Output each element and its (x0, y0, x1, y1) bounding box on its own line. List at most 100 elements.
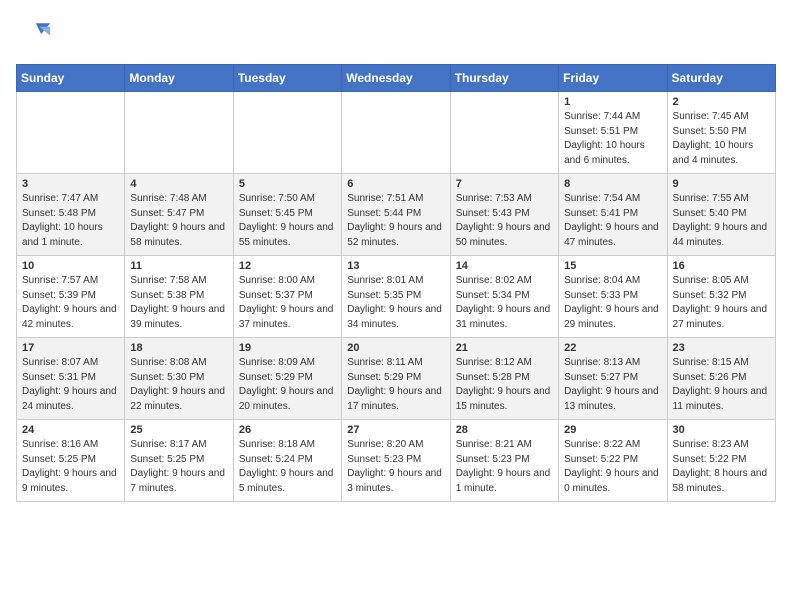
day-number: 14 (456, 260, 553, 272)
day-info: Sunrise: 8:15 AM Sunset: 5:26 PM Dayligh… (673, 356, 770, 414)
weekday-header: Sunday (17, 65, 125, 92)
calendar-cell: 5 Sunrise: 7:50 AM Sunset: 5:45 PM Daylig… (233, 174, 341, 256)
day-number: 22 (564, 342, 661, 354)
calendar-week-row: 10 Sunrise: 7:57 AM Sunset: 5:39 PM Dayli… (17, 256, 776, 338)
calendar-cell: 19 Sunrise: 8:09 AM Sunset: 5:29 PM Dayli… (233, 338, 341, 420)
day-number: 21 (456, 342, 553, 354)
logo (16, 16, 56, 52)
day-number: 30 (673, 424, 770, 436)
day-info: Sunrise: 7:53 AM Sunset: 5:43 PM Dayligh… (456, 192, 553, 250)
calendar-week-row: 1 Sunrise: 7:44 AM Sunset: 5:51 PM Daylig… (17, 92, 776, 174)
day-number: 13 (347, 260, 444, 272)
calendar-cell: 8Sunrise: 7:54 AM Sunset: 5:41 PM Daylig… (559, 174, 667, 256)
day-info: Sunrise: 8:05 AM Sunset: 5:32 PM Dayligh… (673, 274, 770, 332)
day-info: Sunrise: 7:47 AM Sunset: 5:48 PM Dayligh… (22, 192, 119, 250)
day-info: Sunrise: 7:55 AM Sunset: 5:40 PM Dayligh… (673, 192, 770, 250)
day-number: 5 (239, 178, 336, 190)
day-info: Sunrise: 7:44 AM Sunset: 5:51 PM Dayligh… (564, 110, 661, 168)
day-number: 15 (564, 260, 661, 272)
calendar-cell (125, 92, 233, 174)
day-number: 4 (130, 178, 227, 190)
day-info: Sunrise: 7:57 AM Sunset: 5:39 PM Dayligh… (22, 274, 119, 332)
calendar-cell: 13 Sunrise: 8:01 AM Sunset: 5:35 PM Dayli… (342, 256, 450, 338)
day-info: Sunrise: 7:50 AM Sunset: 5:45 PM Dayligh… (239, 192, 336, 250)
calendar-week-row: 3 Sunrise: 7:47 AM Sunset: 5:48 PM Daylig… (17, 174, 776, 256)
day-number: 11 (130, 260, 227, 272)
day-info: Sunrise: 8:02 AM Sunset: 5:34 PM Dayligh… (456, 274, 553, 332)
calendar-cell: 30 Sunrise: 8:23 AM Sunset: 5:22 PM Dayli… (667, 420, 775, 502)
calendar-cell: 22 Sunrise: 8:13 AM Sunset: 5:27 PM Dayli… (559, 338, 667, 420)
weekday-header: Wednesday (342, 65, 450, 92)
calendar-cell: 24 Sunrise: 8:16 AM Sunset: 5:25 PM Dayli… (17, 420, 125, 502)
day-number: 27 (347, 424, 444, 436)
day-info: Sunrise: 8:04 AM Sunset: 5:33 PM Dayligh… (564, 274, 661, 332)
day-number: 20 (347, 342, 444, 354)
calendar-cell: 4 Sunrise: 7:48 AM Sunset: 5:47 PM Daylig… (125, 174, 233, 256)
day-number: 3 (22, 178, 119, 190)
day-info: Sunrise: 8:08 AM Sunset: 5:30 PM Dayligh… (130, 356, 227, 414)
page-header (16, 16, 776, 52)
calendar-cell: 3 Sunrise: 7:47 AM Sunset: 5:48 PM Daylig… (17, 174, 125, 256)
calendar-cell: 20 Sunrise: 8:11 AM Sunset: 5:29 PM Dayli… (342, 338, 450, 420)
calendar-cell: 16Sunrise: 8:05 AM Sunset: 5:32 PM Dayli… (667, 256, 775, 338)
day-info: Sunrise: 7:48 AM Sunset: 5:47 PM Dayligh… (130, 192, 227, 250)
day-info: Sunrise: 8:20 AM Sunset: 5:23 PM Dayligh… (347, 438, 444, 496)
calendar-cell: 1 Sunrise: 7:44 AM Sunset: 5:51 PM Daylig… (559, 92, 667, 174)
day-number: 26 (239, 424, 336, 436)
day-info: Sunrise: 8:09 AM Sunset: 5:29 PM Dayligh… (239, 356, 336, 414)
day-info: Sunrise: 7:58 AM Sunset: 5:38 PM Dayligh… (130, 274, 227, 332)
day-number: 2 (673, 96, 770, 108)
day-info: Sunrise: 8:11 AM Sunset: 5:29 PM Dayligh… (347, 356, 444, 414)
day-number: 28 (456, 424, 553, 436)
calendar-cell: 18 Sunrise: 8:08 AM Sunset: 5:30 PM Dayli… (125, 338, 233, 420)
day-number: 12 (239, 260, 336, 272)
calendar-cell (450, 92, 558, 174)
day-info: Sunrise: 8:01 AM Sunset: 5:35 PM Dayligh… (347, 274, 444, 332)
calendar-cell: 9 Sunrise: 7:55 AM Sunset: 5:40 PM Daylig… (667, 174, 775, 256)
calendar-cell: 26 Sunrise: 8:18 AM Sunset: 5:24 PM Dayli… (233, 420, 341, 502)
calendar-cell: 10 Sunrise: 7:57 AM Sunset: 5:39 PM Dayli… (17, 256, 125, 338)
weekday-header: Friday (559, 65, 667, 92)
day-number: 8 (564, 178, 661, 190)
calendar-cell: 29 Sunrise: 8:22 AM Sunset: 5:22 PM Dayli… (559, 420, 667, 502)
calendar-cell (233, 92, 341, 174)
day-number: 23 (673, 342, 770, 354)
day-info: Sunrise: 8:00 AM Sunset: 5:37 PM Dayligh… (239, 274, 336, 332)
day-number: 29 (564, 424, 661, 436)
calendar-cell: 12 Sunrise: 8:00 AM Sunset: 5:37 PM Dayli… (233, 256, 341, 338)
calendar-cell: 15 Sunrise: 8:04 AM Sunset: 5:33 PM Dayli… (559, 256, 667, 338)
day-info: Sunrise: 8:16 AM Sunset: 5:25 PM Dayligh… (22, 438, 119, 496)
calendar-week-row: 24 Sunrise: 8:16 AM Sunset: 5:25 PM Dayli… (17, 420, 776, 502)
calendar-cell: 25 Sunrise: 8:17 AM Sunset: 5:25 PM Dayli… (125, 420, 233, 502)
calendar-cell: 21 Sunrise: 8:12 AM Sunset: 5:28 PM Dayli… (450, 338, 558, 420)
day-info: Sunrise: 8:18 AM Sunset: 5:24 PM Dayligh… (239, 438, 336, 496)
day-info: Sunrise: 8:12 AM Sunset: 5:28 PM Dayligh… (456, 356, 553, 414)
weekday-header: Tuesday (233, 65, 341, 92)
weekday-header: Thursday (450, 65, 558, 92)
day-info: Sunrise: 8:17 AM Sunset: 5:25 PM Dayligh… (130, 438, 227, 496)
calendar-cell: 27 Sunrise: 8:20 AM Sunset: 5:23 PM Dayli… (342, 420, 450, 502)
calendar-cell (17, 92, 125, 174)
day-info: Sunrise: 8:23 AM Sunset: 5:22 PM Dayligh… (673, 438, 770, 496)
calendar-week-row: 17Sunrise: 8:07 AM Sunset: 5:31 PM Dayli… (17, 338, 776, 420)
day-number: 1 (564, 96, 661, 108)
day-number: 18 (130, 342, 227, 354)
calendar-cell: 17Sunrise: 8:07 AM Sunset: 5:31 PM Dayli… (17, 338, 125, 420)
calendar-cell: 14 Sunrise: 8:02 AM Sunset: 5:34 PM Dayli… (450, 256, 558, 338)
day-number: 24 (22, 424, 119, 436)
day-info: Sunrise: 8:13 AM Sunset: 5:27 PM Dayligh… (564, 356, 661, 414)
weekday-header: Monday (125, 65, 233, 92)
day-number: 25 (130, 424, 227, 436)
calendar-cell (342, 92, 450, 174)
day-number: 19 (239, 342, 336, 354)
day-info: Sunrise: 8:22 AM Sunset: 5:22 PM Dayligh… (564, 438, 661, 496)
logo-icon (16, 16, 52, 52)
calendar-header-row: SundayMondayTuesdayWednesdayThursdayFrid… (17, 65, 776, 92)
day-info: Sunrise: 7:45 AM Sunset: 5:50 PM Dayligh… (673, 110, 770, 168)
calendar-cell: 23 Sunrise: 8:15 AM Sunset: 5:26 PM Dayli… (667, 338, 775, 420)
day-number: 10 (22, 260, 119, 272)
day-info: Sunrise: 8:21 AM Sunset: 5:23 PM Dayligh… (456, 438, 553, 496)
day-info: Sunrise: 8:07 AM Sunset: 5:31 PM Dayligh… (22, 356, 119, 414)
calendar-table: SundayMondayTuesdayWednesdayThursdayFrid… (16, 64, 776, 502)
day-number: 9 (673, 178, 770, 190)
